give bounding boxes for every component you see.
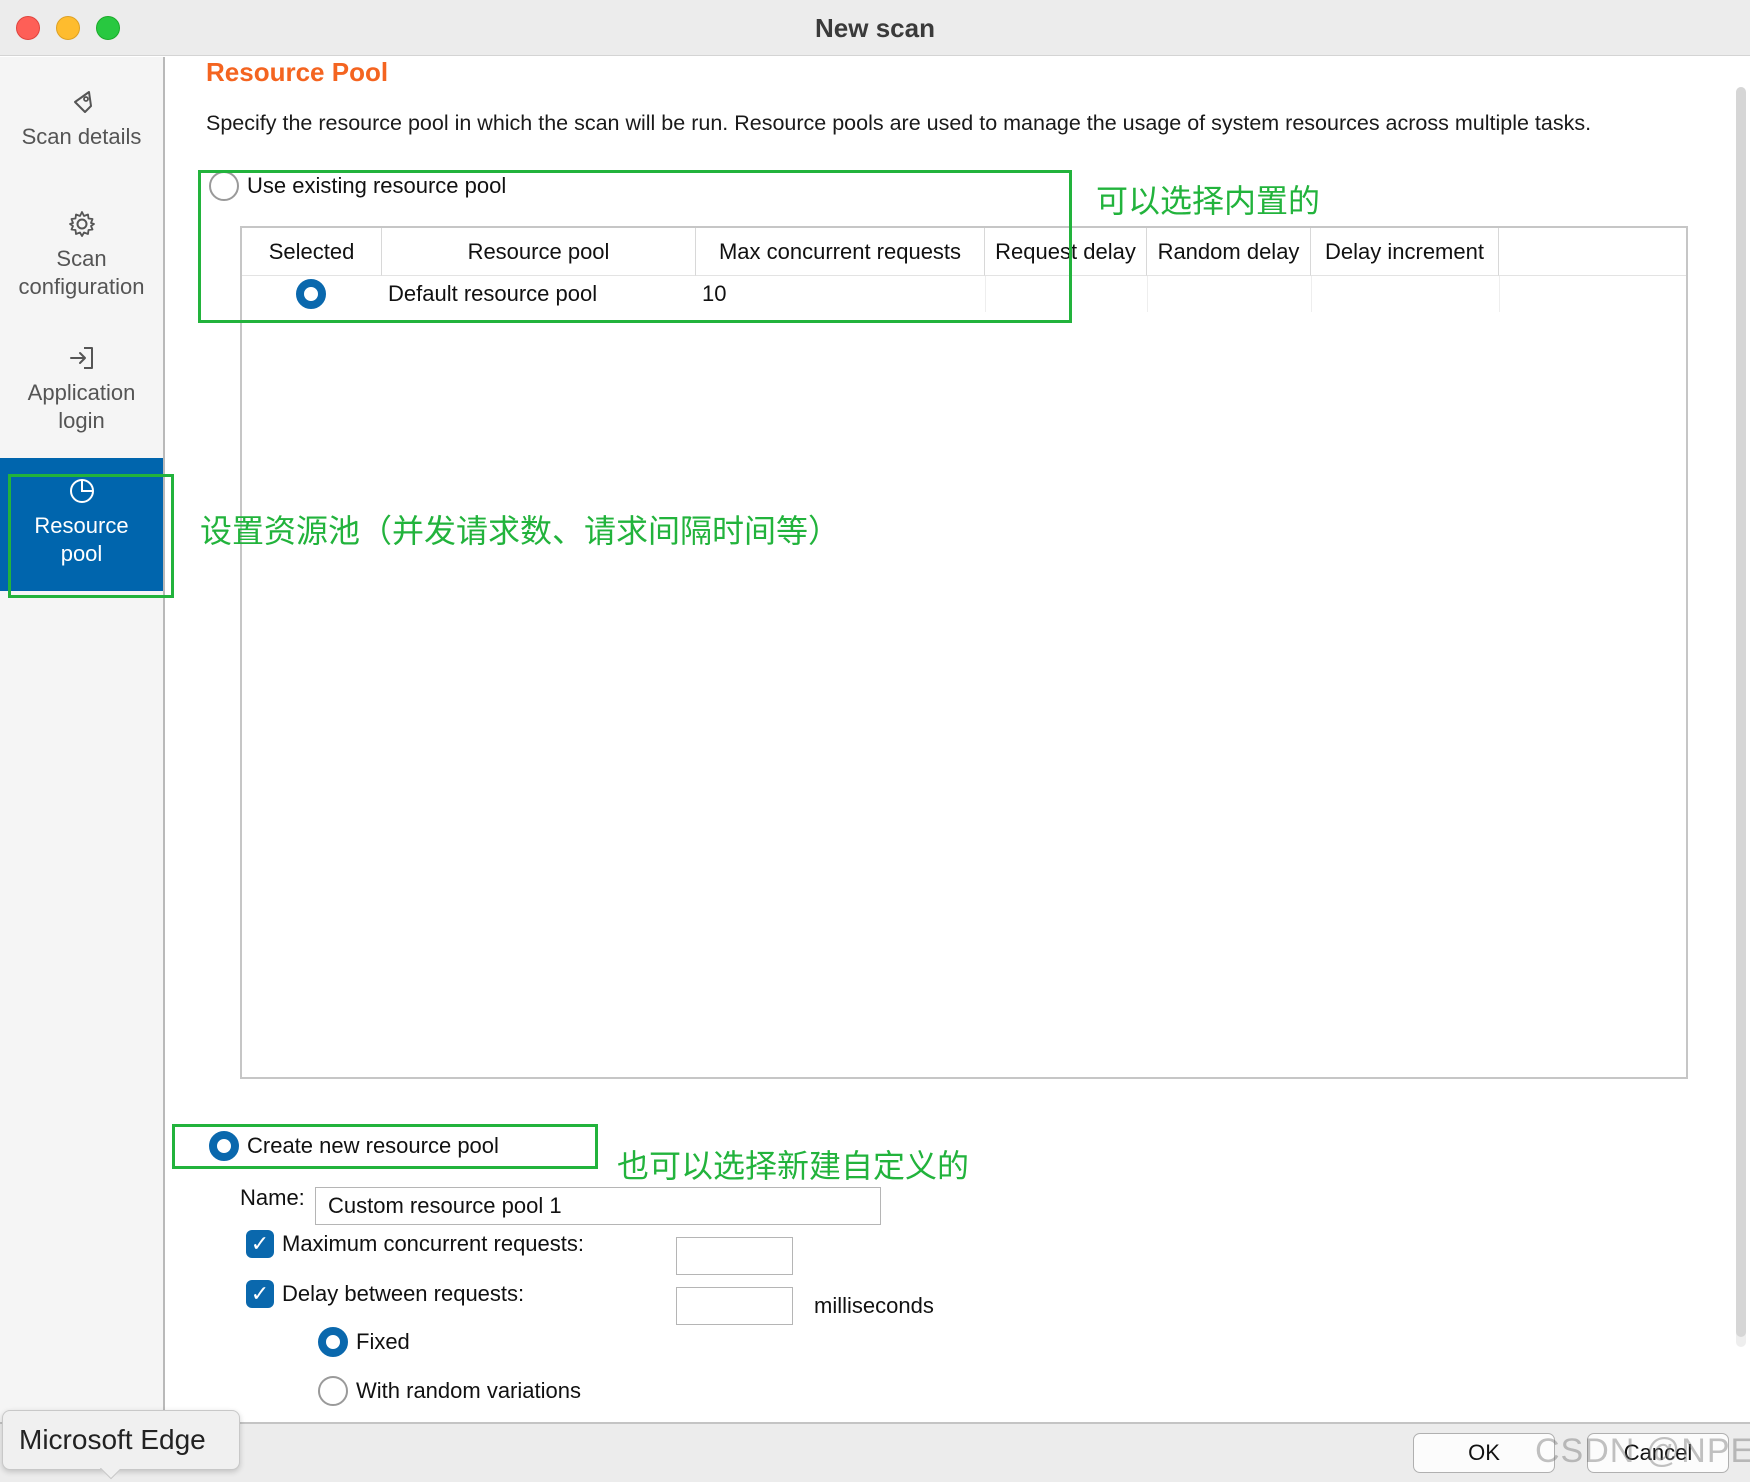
column-header-random-delay[interactable]: Random delay [1147, 228, 1311, 276]
sidebar-item-label: Scan [56, 246, 107, 271]
scrollbar-thumb[interactable] [1736, 87, 1746, 1337]
resource-pool-table: Selected Resource pool Max concurrent re… [240, 226, 1688, 1079]
sidebar-item-scan-details[interactable]: Scan details [0, 87, 163, 187]
random-variations-label[interactable]: With random variations [356, 1378, 581, 1404]
pool-name-input[interactable]: Custom resource pool 1 [315, 1187, 881, 1225]
page-title: Resource Pool [206, 57, 389, 87]
max-concurrent-label: Maximum concurrent requests: [282, 1231, 584, 1256]
sidebar: Scan details Scan configuration Applicat… [0, 57, 165, 1422]
ok-button[interactable]: OK [1413, 1433, 1555, 1473]
watermark: CSDN @NPE~ [1535, 1432, 1750, 1470]
gear-icon [68, 211, 95, 237]
annotation-box-existing-pool [198, 170, 1072, 323]
column-header-delay-increment[interactable]: Delay increment [1311, 228, 1499, 276]
max-concurrent-input[interactable] [676, 1237, 793, 1275]
fixed-delay-radio[interactable] [318, 1327, 348, 1357]
tooltip-tail [100, 1468, 120, 1482]
tag-icon [73, 91, 92, 113]
sidebar-item-scan-configuration[interactable]: Scan configuration [0, 209, 163, 339]
login-arrow-icon [69, 347, 93, 369]
dock-tooltip: Microsoft Edge [2, 1410, 240, 1470]
column-divider [1499, 276, 1500, 312]
page-description: Specify the resource pool in which the s… [206, 111, 1592, 135]
sidebar-item-application-login[interactable]: Application login [0, 343, 163, 473]
window-title: New scan [815, 13, 935, 43]
annotation-box-create-pool [172, 1124, 598, 1169]
delay-label: Delay between requests: [282, 1281, 525, 1306]
annotation-box-resource-pool [8, 474, 174, 598]
column-header-empty [1499, 228, 1686, 276]
milliseconds-unit-label: milliseconds [814, 1293, 934, 1318]
column-divider [1147, 276, 1148, 312]
delay-checkbox[interactable]: ✓ [246, 1280, 274, 1308]
annotation-resource-pool-note: 设置资源池（并发请求数、请求间隔时间等） [200, 512, 841, 550]
max-concurrent-checkbox[interactable]: ✓ [246, 1230, 274, 1258]
fixed-delay-label[interactable]: Fixed [356, 1329, 410, 1355]
dialog-footer: OK Cancel [0, 1422, 1750, 1482]
column-divider [1311, 276, 1312, 312]
annotation-custom-note: 也可以选择新建自定义的 [617, 1147, 970, 1185]
random-variations-radio[interactable] [318, 1376, 348, 1406]
delay-input[interactable] [676, 1287, 793, 1325]
sidebar-item-label: Scan details [21, 124, 142, 149]
sidebar-item-label: Application [27, 380, 136, 405]
annotation-builtin-note: 可以选择内置的 [1096, 182, 1321, 220]
name-label: Name: [240, 1185, 305, 1210]
sidebar-item-label: login [58, 408, 105, 433]
sidebar-item-label: configuration [18, 274, 145, 299]
window-titlebar: New scan [0, 0, 1750, 56]
